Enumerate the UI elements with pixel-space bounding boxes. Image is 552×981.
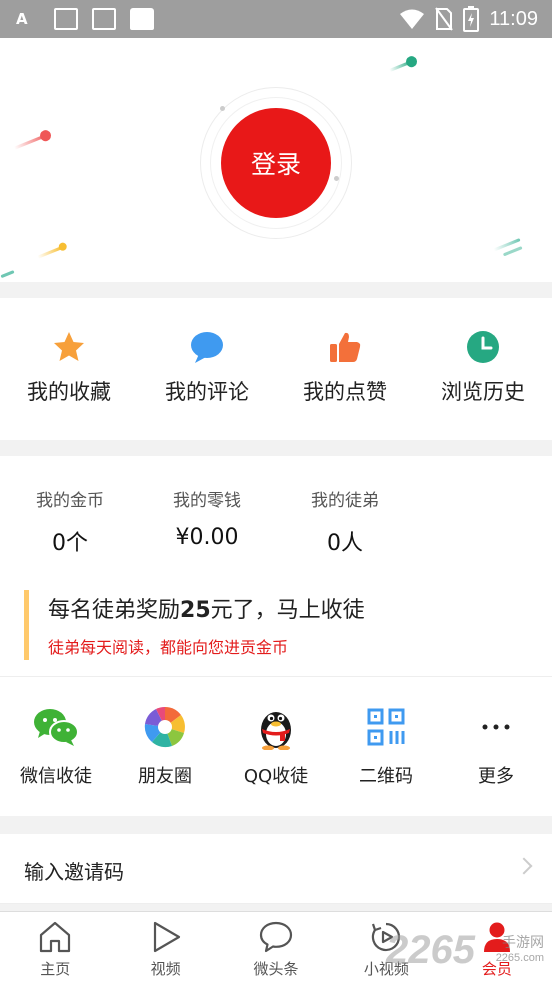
stat-coins[interactable]: 我的金币 0个	[0, 486, 140, 557]
share-row: 微信收徒 朋友圈 QQ收徒 二维码 更多	[0, 704, 552, 794]
ring-dot	[220, 106, 225, 111]
menu-item-favorites[interactable]: 我的收藏	[0, 298, 138, 440]
wechat-icon	[33, 704, 79, 750]
stat-value: ¥0.00	[175, 525, 239, 550]
moments-icon	[142, 704, 188, 750]
login-header: 登录	[0, 38, 552, 282]
more-dots-icon	[473, 704, 519, 750]
nav-label: 会员	[481, 960, 512, 978]
share-label: 更多	[478, 766, 514, 787]
share-label: 微信收徒	[20, 766, 92, 787]
meteor-decoration	[502, 246, 523, 257]
play-icon	[148, 920, 184, 954]
nav-item-home[interactable]: 主页	[0, 912, 110, 981]
share-wechat-button[interactable]: 微信收徒	[1, 704, 111, 788]
login-button[interactable]: 登录	[221, 108, 331, 218]
stat-label: 我的金币	[36, 491, 104, 511]
comment-bubble-icon	[190, 330, 224, 364]
share-more-button[interactable]: 更多	[441, 704, 551, 788]
stat-apprentices[interactable]: 我的徒弟 0人	[275, 486, 415, 557]
stat-value: 0个	[52, 531, 88, 556]
ring-dot	[334, 176, 339, 181]
stat-value: 0人	[327, 531, 363, 556]
nav-item-member[interactable]: 会员	[442, 912, 552, 981]
stat-label: 我的零钱	[173, 491, 241, 511]
share-qrcode-button[interactable]: 二维码	[331, 704, 441, 788]
menu-label: 我的点赞	[303, 380, 387, 404]
nav-item-video[interactable]: 视频	[110, 912, 220, 981]
bottom-nav: 主页 视频 微头条 小视频 会员	[0, 911, 552, 981]
share-label: 二维码	[359, 766, 413, 787]
chat-bubble-icon	[258, 920, 294, 954]
stat-change[interactable]: 我的零钱 ¥0.00	[137, 486, 277, 550]
nav-item-microheadline[interactable]: 微头条	[221, 912, 331, 981]
menu-label: 我的收藏	[27, 380, 111, 404]
wifi-icon	[400, 9, 425, 29]
short-video-icon	[368, 920, 404, 954]
no-image-icon	[92, 8, 116, 30]
shopping-bag-icon	[130, 8, 154, 30]
promo-subtitle: 徒弟每天阅读，都能向您进贡金币	[48, 638, 289, 657]
invite-code-row[interactable]: 输入邀请码	[0, 834, 552, 904]
status-bar: A 11:09	[0, 0, 552, 38]
divider	[0, 676, 552, 677]
nav-label: 微头条	[253, 960, 299, 978]
star-icon	[52, 330, 86, 364]
user-menu: 我的收藏 我的评论 我的点赞 浏览历史	[0, 298, 552, 440]
invite-code-label: 输入邀请码	[24, 860, 124, 884]
no-image-icon	[54, 8, 78, 30]
stat-label: 我的徒弟	[311, 491, 379, 511]
promo-title: 每名徒弟奖励25元了，马上收徒	[48, 598, 365, 623]
qq-penguin-icon	[253, 704, 299, 750]
chevron-right-icon	[515, 857, 533, 875]
meteor-decoration	[389, 54, 419, 72]
nav-item-short-video[interactable]: 小视频	[331, 912, 441, 981]
menu-item-comments[interactable]: 我的评论	[138, 298, 276, 440]
share-label: QQ收徒	[243, 766, 309, 787]
status-time: 11:09	[489, 7, 538, 30]
clock-icon	[466, 330, 500, 364]
no-sim-icon	[435, 7, 454, 31]
menu-item-history[interactable]: 浏览历史	[414, 298, 552, 440]
menu-item-likes[interactable]: 我的点赞	[276, 298, 414, 440]
recruit-promo-banner[interactable]: 每名徒弟奖励25元了，马上收徒 徒弟每天阅读，都能向您进贡金币	[24, 590, 534, 660]
home-icon	[37, 920, 73, 954]
stats-row: 我的金币 0个 我的零钱 ¥0.00 我的徒弟 0人	[0, 486, 552, 556]
menu-label: 我的评论	[165, 380, 249, 404]
share-label: 朋友圈	[138, 766, 192, 787]
menu-label: 浏览历史	[441, 380, 525, 404]
qr-code-icon	[363, 704, 409, 750]
nav-label: 主页	[40, 960, 71, 978]
thumbs-up-icon	[328, 330, 362, 364]
promo-amount: 25	[180, 598, 211, 623]
share-qq-button[interactable]: QQ收徒	[221, 704, 331, 788]
member-icon	[479, 920, 515, 954]
font-icon: A	[16, 10, 28, 28]
meteor-decoration	[0, 270, 15, 279]
meteor-decoration	[13, 128, 53, 150]
battery-charging-icon	[463, 6, 480, 32]
meteor-decoration	[37, 241, 68, 259]
nav-label: 小视频	[363, 960, 409, 978]
earnings-section: 我的金币 0个 我的零钱 ¥0.00 我的徒弟 0人 每名徒弟奖励25元了，马上…	[0, 456, 552, 816]
nav-label: 视频	[150, 960, 181, 978]
share-moments-button[interactable]: 朋友圈	[110, 704, 220, 788]
